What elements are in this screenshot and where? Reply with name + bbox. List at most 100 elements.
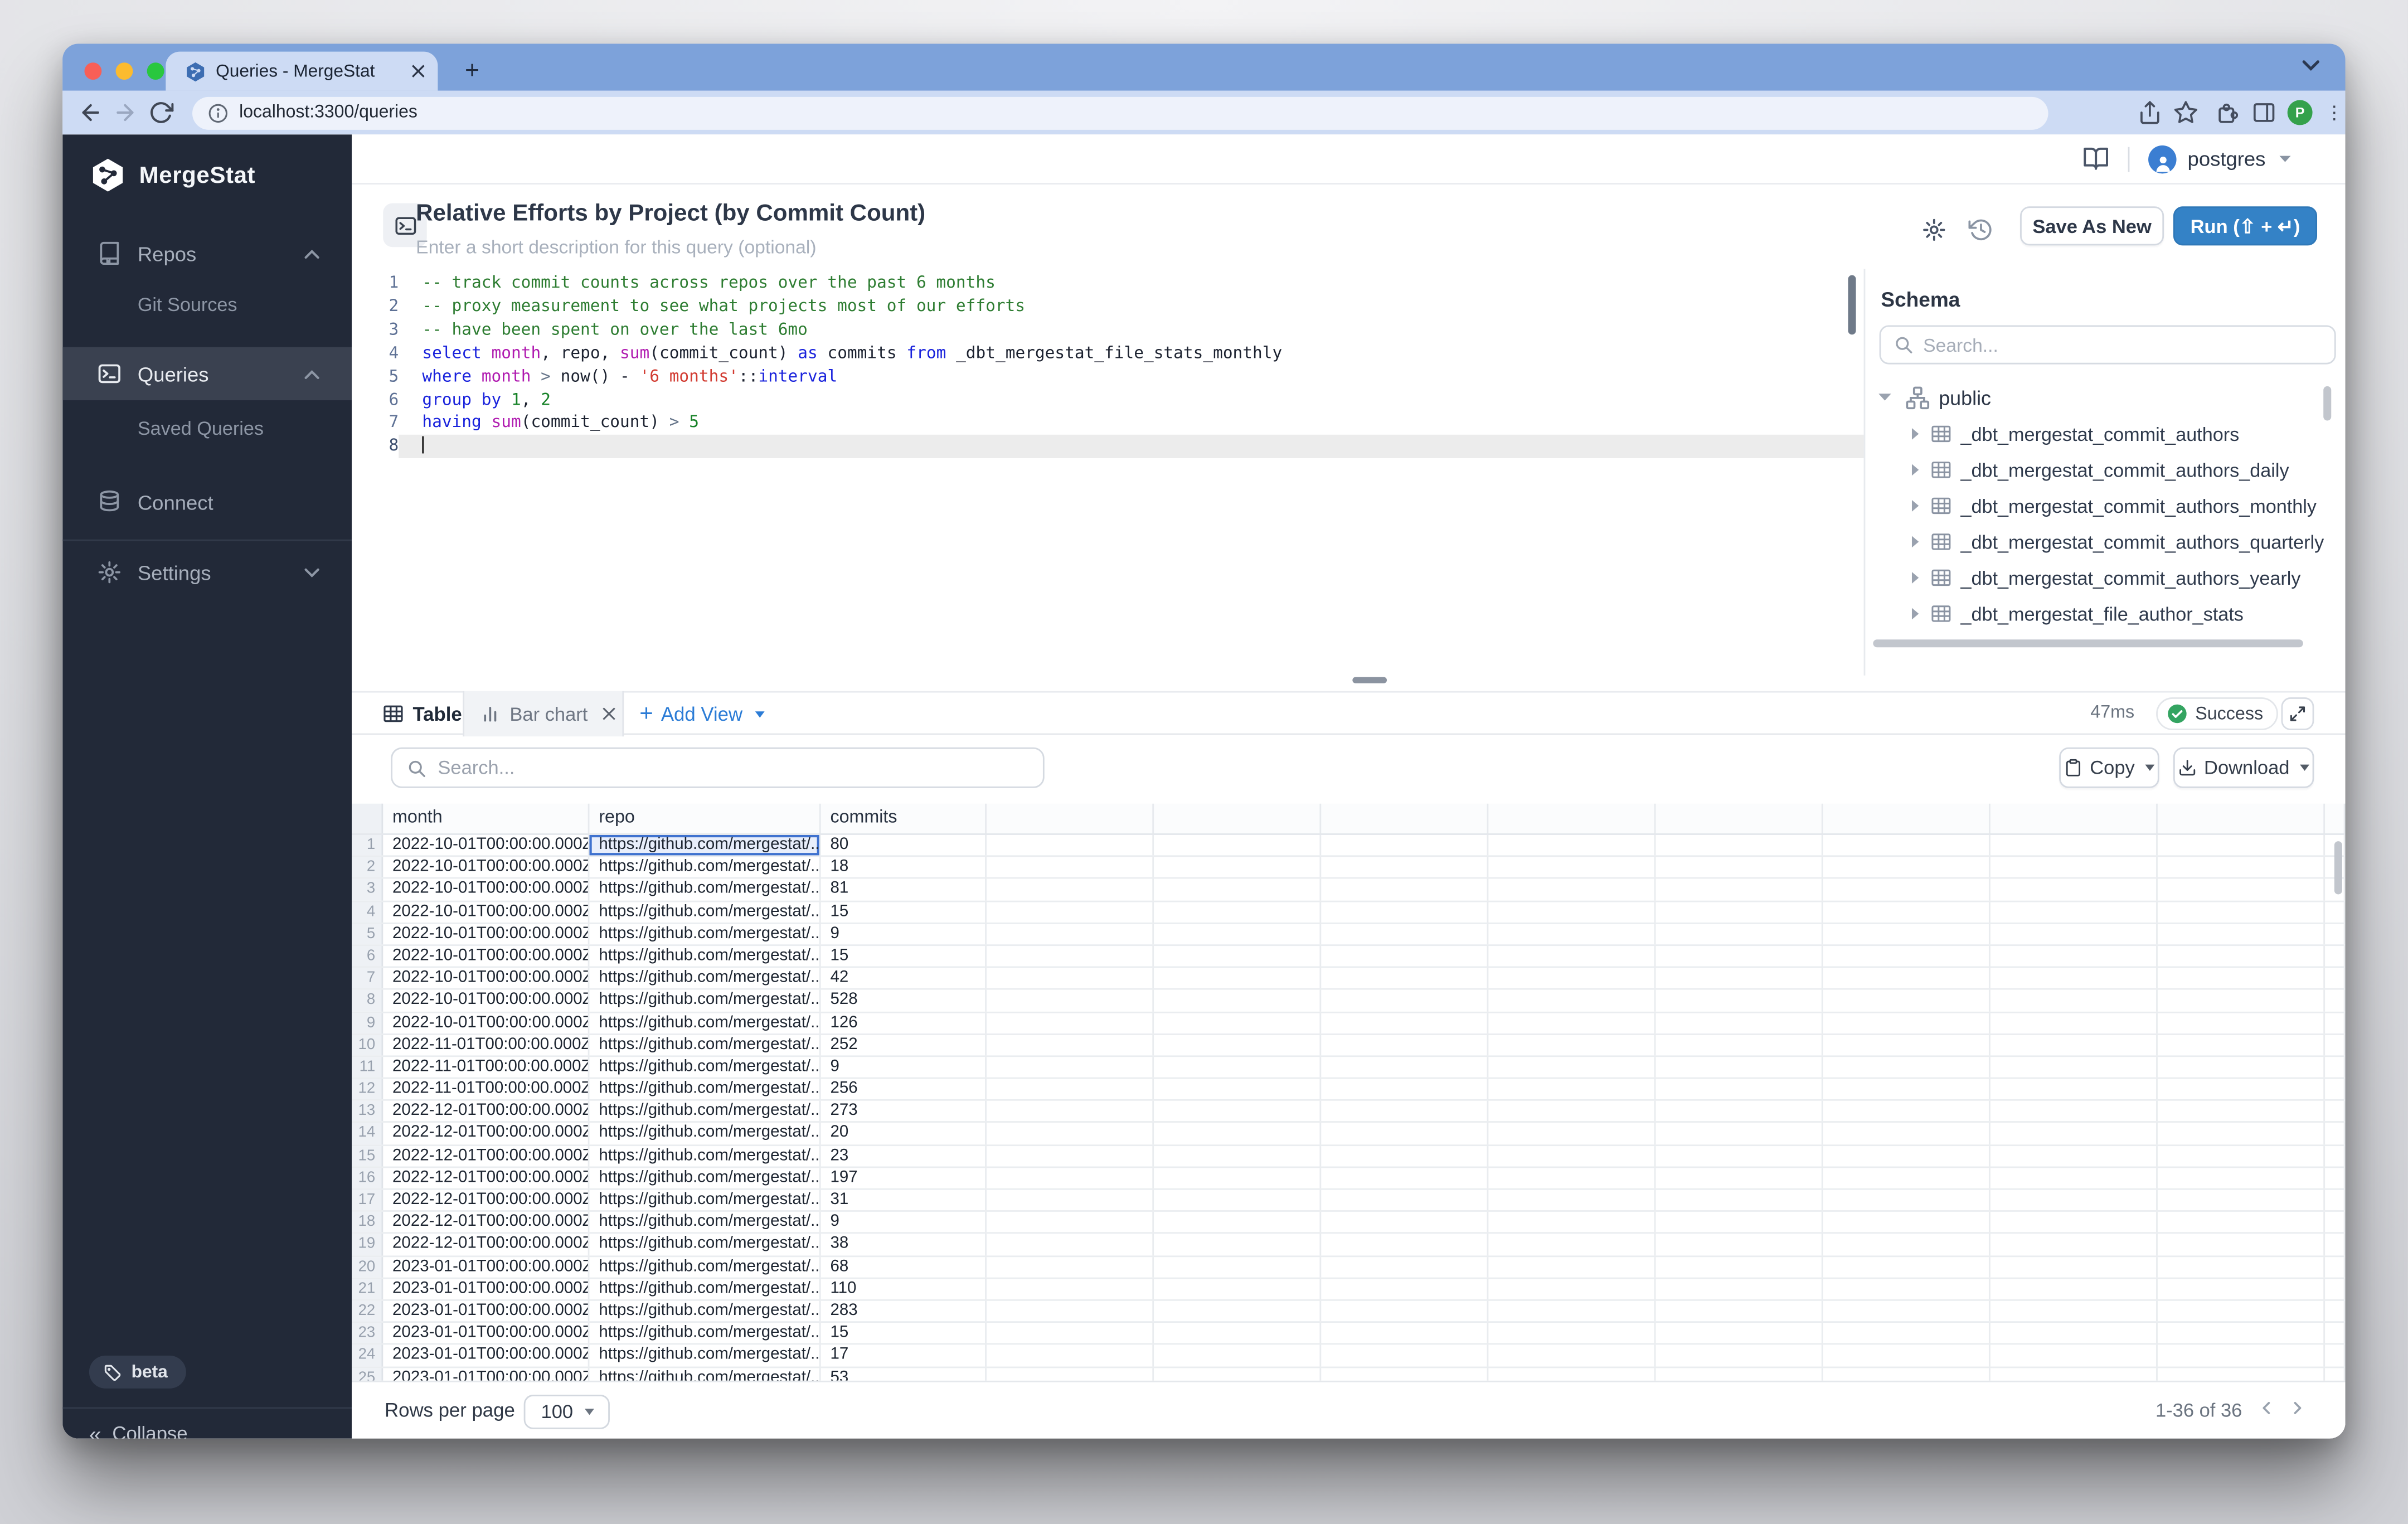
cell-empty[interactable] xyxy=(1321,1168,1488,1188)
cell-empty[interactable] xyxy=(2325,1345,2345,1366)
cell-empty[interactable] xyxy=(1823,1345,1991,1366)
cell-empty[interactable] xyxy=(1656,1079,1823,1100)
cell-empty[interactable] xyxy=(1154,835,1321,856)
schema-horizontal-scrollbar[interactable] xyxy=(1873,639,2303,647)
site-info-icon[interactable] xyxy=(208,103,228,123)
cell-empty[interactable] xyxy=(1991,1345,2158,1366)
cell-empty[interactable] xyxy=(1656,1323,1823,1343)
cell-empty[interactable] xyxy=(987,1345,1154,1366)
cell-empty[interactable] xyxy=(2325,1190,2345,1211)
cell-empty[interactable] xyxy=(1154,1168,1321,1188)
close-tab-icon[interactable] xyxy=(602,707,616,721)
cell-repo[interactable]: https://github.com/mergestat/... xyxy=(589,1234,821,1255)
cell-commits[interactable]: 283 xyxy=(821,1301,987,1322)
query-description-input[interactable]: Enter a short description for this query… xyxy=(416,236,816,258)
cell-empty[interactable] xyxy=(1656,1035,1823,1055)
minimize-window-button[interactable] xyxy=(116,62,133,79)
cell-empty[interactable] xyxy=(1321,1190,1488,1211)
cell-empty[interactable] xyxy=(1488,835,1656,856)
cell-commits[interactable]: 15 xyxy=(821,1323,987,1343)
cell-empty[interactable] xyxy=(1656,1101,1823,1122)
cell-empty[interactable] xyxy=(1154,1101,1321,1122)
cell-month[interactable]: 2022-11-01T00:00:00.000Z xyxy=(383,1035,589,1055)
cell-commits[interactable]: 9 xyxy=(821,924,987,944)
cell-empty[interactable] xyxy=(1823,1234,1991,1255)
cell-empty[interactable] xyxy=(1488,1012,1656,1033)
cell-empty[interactable] xyxy=(2325,1079,2345,1100)
cell-empty[interactable] xyxy=(987,1168,1154,1188)
cell-empty[interactable] xyxy=(987,857,1154,878)
cell-empty[interactable] xyxy=(1823,1323,1991,1343)
tab-search-chevron-icon[interactable] xyxy=(2302,60,2320,72)
table-vertical-scrollbar[interactable] xyxy=(2334,841,2342,894)
cell-commits[interactable]: 528 xyxy=(821,990,987,1011)
cell-empty[interactable] xyxy=(2158,924,2325,944)
cell-empty[interactable] xyxy=(1656,1279,1823,1299)
cell-empty[interactable] xyxy=(1991,924,2158,944)
reload-icon[interactable] xyxy=(148,100,173,125)
cell-commits[interactable]: 53 xyxy=(821,1367,987,1381)
cell-empty[interactable] xyxy=(1991,1367,2158,1381)
cell-empty[interactable] xyxy=(1321,1057,1488,1078)
results-search-input[interactable]: Search... xyxy=(391,748,1044,788)
cell-empty[interactable] xyxy=(1656,835,1823,856)
cell-empty[interactable] xyxy=(1321,1301,1488,1322)
back-icon[interactable] xyxy=(78,100,103,125)
cell-repo[interactable]: https://github.com/mergestat/... xyxy=(589,1123,821,1144)
cell-empty[interactable] xyxy=(1991,901,2158,922)
cell-commits[interactable]: 197 xyxy=(821,1168,987,1188)
cell-empty[interactable] xyxy=(987,1079,1154,1100)
cell-empty[interactable] xyxy=(1488,946,1656,967)
column-header-repo[interactable]: repo xyxy=(589,804,821,833)
cell-empty[interactable] xyxy=(987,968,1154,989)
url-bar[interactable]: localhost:3300/queries xyxy=(192,96,2048,129)
cell-empty[interactable] xyxy=(1991,1168,2158,1188)
cell-empty[interactable] xyxy=(1656,1301,1823,1322)
cell-commits[interactable]: 23 xyxy=(821,1146,987,1166)
tab-table[interactable]: Table xyxy=(369,693,462,735)
cell-empty[interactable] xyxy=(1488,1079,1656,1100)
cell-commits[interactable]: 273 xyxy=(821,1101,987,1122)
cell-repo[interactable]: https://github.com/mergestat/... xyxy=(589,946,821,967)
cell-empty[interactable] xyxy=(2158,1012,2325,1033)
cell-empty[interactable] xyxy=(1321,924,1488,944)
brand[interactable]: MergeStat xyxy=(89,157,255,194)
cell-empty[interactable] xyxy=(1488,1146,1656,1166)
cell-empty[interactable] xyxy=(1321,946,1488,967)
cell-empty[interactable] xyxy=(987,835,1154,856)
cell-empty[interactable] xyxy=(987,1101,1154,1122)
cell-commits[interactable]: 20 xyxy=(821,1123,987,1144)
schema-table-item[interactable]: _dbt_mergestat_commit_authors_quarterly xyxy=(1865,524,2326,560)
cell-repo[interactable]: https://github.com/mergestat/... xyxy=(589,1212,821,1232)
cell-empty[interactable] xyxy=(2325,946,2345,967)
cell-repo[interactable]: https://github.com/mergestat/... xyxy=(589,1256,821,1277)
cell-empty[interactable] xyxy=(987,1035,1154,1055)
cell-empty[interactable] xyxy=(1154,1256,1321,1277)
cell-empty[interactable] xyxy=(2158,1057,2325,1078)
cell-empty[interactable] xyxy=(1488,1367,1656,1381)
cell-empty[interactable] xyxy=(2325,1123,2345,1144)
caret-right-icon[interactable] xyxy=(1911,535,1920,549)
cell-empty[interactable] xyxy=(1656,1012,1823,1033)
cell-empty[interactable] xyxy=(987,1057,1154,1078)
cell-empty[interactable] xyxy=(1154,1079,1321,1100)
cell-empty[interactable] xyxy=(1321,857,1488,878)
caret-right-icon[interactable] xyxy=(1911,606,1920,620)
cell-empty[interactable] xyxy=(2158,1101,2325,1122)
sidebar-item-repos[interactable]: Repos xyxy=(62,231,352,275)
cell-empty[interactable] xyxy=(1823,924,1991,944)
browser-menu-icon[interactable]: ⋮ xyxy=(2325,99,2344,127)
cell-commits[interactable]: 9 xyxy=(821,1212,987,1232)
cell-empty[interactable] xyxy=(1488,1279,1656,1299)
cell-empty[interactable] xyxy=(1154,1012,1321,1033)
browser-tab[interactable]: Queries - MergeStat xyxy=(166,52,438,91)
cell-empty[interactable] xyxy=(1823,879,1991,900)
cell-empty[interactable] xyxy=(2325,968,2345,989)
cell-month[interactable]: 2022-10-01T00:00:00.000Z xyxy=(383,1012,589,1033)
expand-results-button[interactable] xyxy=(2281,697,2314,730)
cell-empty[interactable] xyxy=(2158,857,2325,878)
cell-commits[interactable]: 42 xyxy=(821,968,987,989)
user-avatar[interactable] xyxy=(2148,144,2176,172)
cell-empty[interactable] xyxy=(2158,1212,2325,1232)
cell-empty[interactable] xyxy=(1656,1057,1823,1078)
